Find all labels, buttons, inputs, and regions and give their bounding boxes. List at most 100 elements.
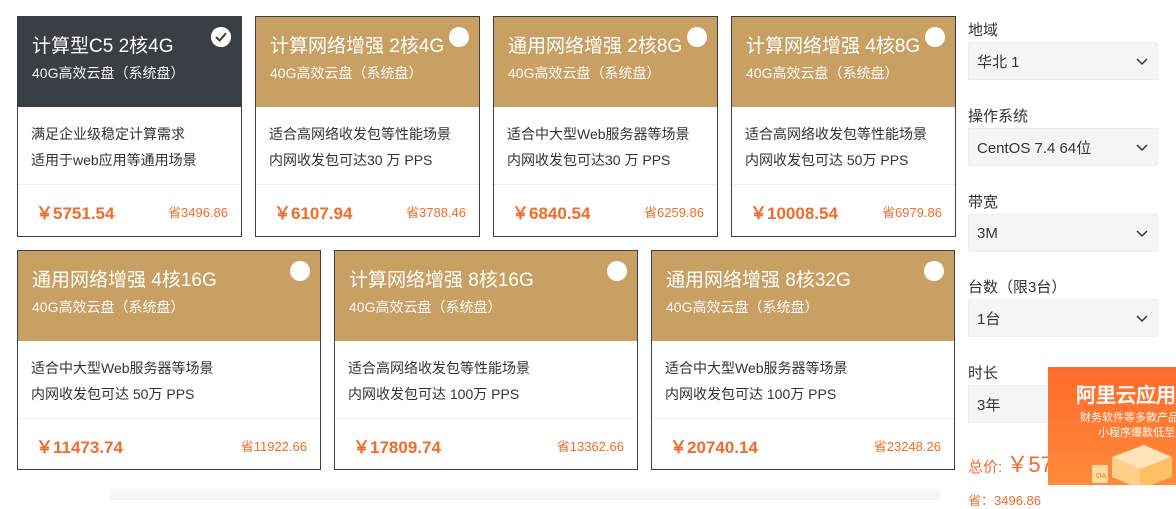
plan-card-header: 计算网络增强 8核16G 40G高效云盘（系统盘） <box>335 251 637 341</box>
plan-title: 通用网络增强 4核16G <box>32 270 217 291</box>
plan-title: 通用网络增强 2核8G <box>508 36 683 57</box>
plan-card-header: 计算网络增强 2核4G 40G高效云盘（系统盘） <box>256 17 479 107</box>
count-select[interactable]: 1台 <box>968 299 1158 337</box>
plan-price: ￥5751.54 <box>36 203 115 223</box>
plan-saving: 省6979.86 <box>882 204 942 220</box>
plan-footer: ￥5751.54 省3496.86 <box>18 185 241 237</box>
plan-description: 适合高网络收发包等性能场景 内网收发包可达 50万 PPS <box>732 107 955 185</box>
total-price: 总价: ￥57 <box>968 447 1053 479</box>
plan-disk: 40G高效云盘（系统盘） <box>349 299 502 315</box>
plan-saving: 省3496.86 <box>168 204 228 220</box>
promo-title: 阿里云应用 <box>1076 385 1176 407</box>
duration-value: 3年 <box>977 396 1001 414</box>
plan-description: 满足企业级稳定计算需求 适用于web应用等通用场景 <box>18 107 241 185</box>
duration-label: 时长 <box>968 365 999 382</box>
select-radio[interactable] <box>924 261 944 281</box>
chevron-down-icon <box>1136 58 1148 66</box>
bandwidth-label: 带宽 <box>968 194 999 211</box>
plan-title: 计算网络增强 8核16G <box>349 270 534 291</box>
plan-saving: 省11922.66 <box>240 438 307 454</box>
plan-desc-line: 内网收发包可达 100万 PPS <box>665 386 837 402</box>
plan-desc-line: 内网收发包可达30 万 PPS <box>507 152 671 168</box>
region-label: 地域 <box>968 22 999 39</box>
plan-disk: 40G高效云盘（系统盘） <box>32 65 185 81</box>
plan-desc-line: 适用于web应用等通用场景 <box>31 152 197 168</box>
plan-card-header: 通用网络增强 4核16G 40G高效云盘（系统盘） <box>18 251 320 341</box>
bandwidth-value: 3M <box>977 224 998 242</box>
plan-disk: 40G高效云盘（系统盘） <box>508 65 661 81</box>
plan-desc-line: 适合中大型Web服务器等场景 <box>31 360 214 376</box>
plan-title: 计算网络增强 2核4G <box>270 36 445 57</box>
bandwidth-select[interactable]: 3M <box>968 214 1158 252</box>
gift-box-icon: OA <box>1092 445 1172 485</box>
plan-price: ￥17809.74 <box>353 437 441 457</box>
plan-desc-line: 内网收发包可达30 万 PPS <box>269 152 433 168</box>
plan-card-header: 计算网络增强 4核8G 40G高效云盘（系统盘） <box>732 17 955 107</box>
plan-card-c5-2c4g[interactable]: 计算型C5 2核4G 40G高效云盘（系统盘） 满足企业级稳定计算需求 适用于w… <box>17 16 242 237</box>
select-radio[interactable] <box>687 27 707 47</box>
os-label: 操作系统 <box>968 108 1029 125</box>
plan-footer: ￥6107.94 省3788.46 <box>256 185 479 237</box>
plan-description: 适合高网络收发包等性能场景 内网收发包可达30 万 PPS <box>256 107 479 185</box>
plan-footer: ￥20740.14 省23248.26 <box>652 419 954 471</box>
chevron-down-icon <box>1136 315 1148 323</box>
plan-card-general-net-2c8g[interactable]: 通用网络增强 2核8G 40G高效云盘（系统盘） 适合中大型Web服务器等场景 … <box>493 16 718 237</box>
plan-title: 计算型C5 2核4G <box>32 36 174 57</box>
check-icon <box>211 27 231 47</box>
svg-text:OA: OA <box>1096 473 1106 480</box>
plan-description: 适合中大型Web服务器等场景 内网收发包可达 100万 PPS <box>652 341 954 419</box>
plan-desc-line: 适合高网络收发包等性能场景 <box>745 126 927 142</box>
plan-price: ￥10008.54 <box>750 203 838 223</box>
os-select[interactable]: CentOS 7.4 64位 <box>968 128 1158 166</box>
promo-line: 小程序爆款低至 <box>1098 427 1175 439</box>
plan-saving: 省23248.26 <box>873 438 941 454</box>
region-value: 华北 1 <box>977 53 1020 71</box>
plan-footer: ￥11473.74 省11922.66 <box>18 419 320 471</box>
plan-saving: 省6259.86 <box>644 204 704 220</box>
count-label: 台数（限3台） <box>968 279 1067 296</box>
plan-disk: 40G高效云盘（系统盘） <box>32 299 185 315</box>
select-radio[interactable] <box>607 261 627 281</box>
plan-description: 适合中大型Web服务器等场景 内网收发包可达 50万 PPS <box>18 341 320 419</box>
plan-title: 通用网络增强 8核32G <box>666 270 851 291</box>
plan-footer: ￥17809.74 省13362.66 <box>335 419 637 471</box>
plan-card-compute-net-2c4g[interactable]: 计算网络增强 2核4G 40G高效云盘（系统盘） 适合高网络收发包等性能场景 内… <box>255 16 480 237</box>
select-radio[interactable] <box>211 27 231 47</box>
count-value: 1台 <box>977 310 1001 328</box>
promo-banner[interactable]: 阿里云应用 财务软件等多款产品 小程序爆款低至 OA <box>1048 367 1176 485</box>
plan-card-general-net-4c16g[interactable]: 通用网络增强 4核16G 40G高效云盘（系统盘） 适合中大型Web服务器等场景… <box>17 250 321 470</box>
os-value: CentOS 7.4 64位 <box>977 139 1092 157</box>
select-radio[interactable] <box>925 27 945 47</box>
plan-disk: 40G高效云盘（系统盘） <box>666 299 819 315</box>
plan-desc-line: 内网收发包可达 100万 PPS <box>348 386 520 402</box>
plan-desc-line: 适合高网络收发包等性能场景 <box>348 360 530 376</box>
plan-saving: 省3788.46 <box>406 204 466 220</box>
plan-card-compute-net-8c16g[interactable]: 计算网络增强 8核16G 40G高效云盘（系统盘） 适合高网络收发包等性能场景 … <box>334 250 638 470</box>
plan-card-compute-net-4c8g[interactable]: 计算网络增强 4核8G 40G高效云盘（系统盘） 适合高网络收发包等性能场景 内… <box>731 16 956 237</box>
plan-desc-line: 内网收发包可达 50万 PPS <box>745 152 909 168</box>
total-label: 总价: <box>968 459 1003 476</box>
plan-card-general-net-8c32g[interactable]: 通用网络增强 8核32G 40G高效云盘（系统盘） 适合中大型Web服务器等场景… <box>651 250 955 470</box>
plan-footer: ￥10008.54 省6979.86 <box>732 185 955 237</box>
plan-saving: 省13362.66 <box>556 438 624 454</box>
plan-desc-line: 适合中大型Web服务器等场景 <box>665 360 848 376</box>
promo-line: 财务软件等多款产品 <box>1080 412 1176 424</box>
region-select[interactable]: 华北 1 <box>968 42 1158 80</box>
plan-title: 计算网络增强 4核8G <box>746 36 921 57</box>
plan-price: ￥6840.54 <box>512 203 591 223</box>
chevron-down-icon <box>1136 230 1148 238</box>
plan-price: ￥6107.94 <box>274 203 353 223</box>
plan-footer: ￥6840.54 省6259.86 <box>494 185 717 237</box>
plan-price: ￥20740.14 <box>670 437 758 457</box>
select-radio[interactable] <box>290 261 310 281</box>
plan-desc-line: 内网收发包可达 50万 PPS <box>31 386 195 402</box>
plan-card-header: 通用网络增强 2核8G 40G高效云盘（系统盘） <box>494 17 717 107</box>
plan-desc-line: 适合高网络收发包等性能场景 <box>269 126 451 142</box>
total-value: ￥57 <box>1006 452 1053 477</box>
chevron-down-icon <box>1136 144 1148 152</box>
plan-description: 适合高网络收发包等性能场景 内网收发包可达 100万 PPS <box>335 341 637 419</box>
select-radio[interactable] <box>449 27 469 47</box>
plan-disk: 40G高效云盘（系统盘） <box>746 65 899 81</box>
plan-card-header: 通用网络增强 8核32G 40G高效云盘（系统盘） <box>652 251 954 341</box>
plan-desc-line: 满足企业级稳定计算需求 <box>31 126 185 142</box>
